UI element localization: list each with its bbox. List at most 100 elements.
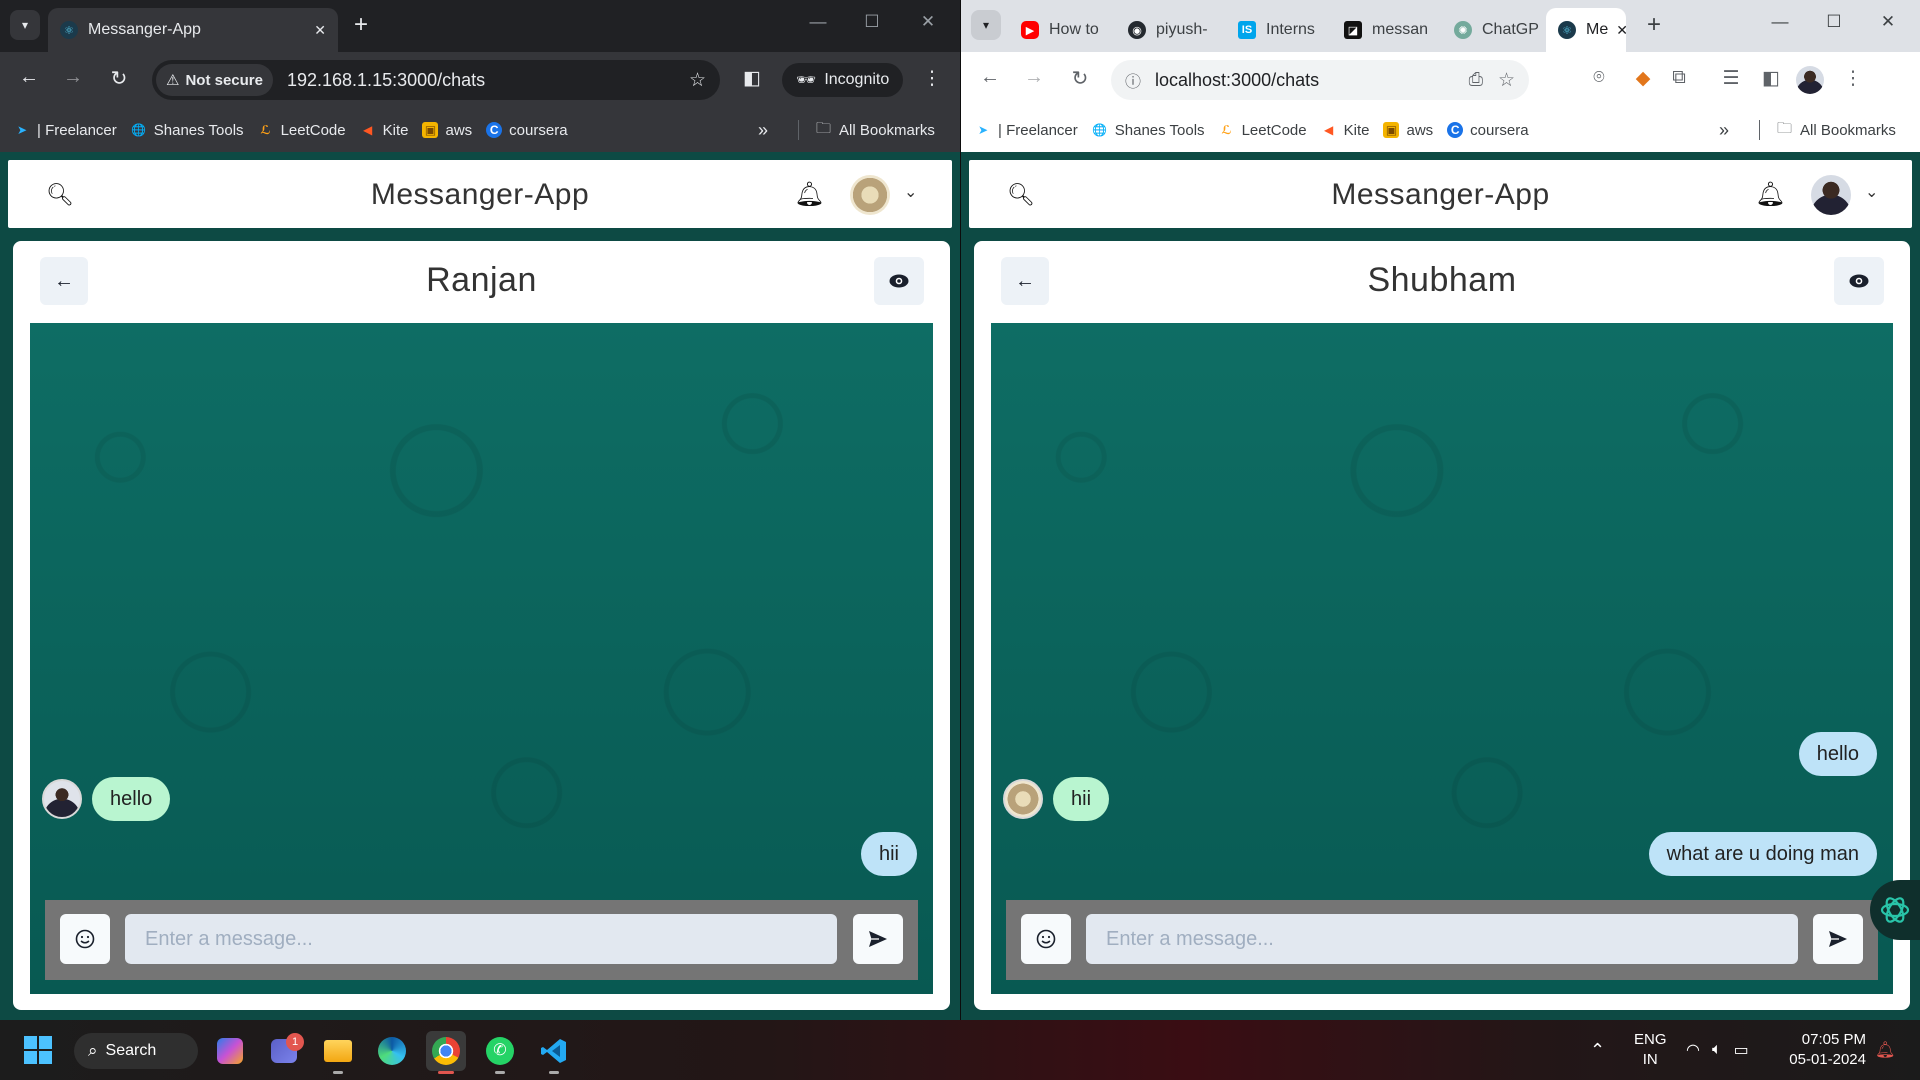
bookmark-label: Shanes Tools bbox=[153, 121, 244, 139]
close-tab-icon[interactable]: ✕ bbox=[1608, 22, 1626, 39]
close-tab-icon[interactable]: ✕ bbox=[306, 22, 326, 39]
install-app-icon[interactable]: ⎙ bbox=[1469, 69, 1483, 90]
maximize-button[interactable]: ☐ bbox=[852, 12, 892, 32]
taskbar-search[interactable]: ⌕ Search bbox=[74, 1033, 198, 1069]
more-bookmarks-icon[interactable]: » bbox=[1719, 120, 1729, 141]
bookmark-coursera[interactable]: Ccoursera bbox=[486, 122, 568, 139]
tab-chatgpt[interactable]: ✺ ChatGP bbox=[1442, 8, 1546, 52]
send-button[interactable] bbox=[853, 914, 903, 964]
bookmark-aws[interactable]: ▣ aws bbox=[1383, 122, 1433, 139]
tab-github[interactable]: ◉ piyush- bbox=[1116, 8, 1220, 52]
side-panel-icon[interactable]: ◧ bbox=[738, 67, 766, 90]
profile-avatar[interactable] bbox=[1796, 66, 1824, 94]
screenshot-camera-icon[interactable]: ⌾ bbox=[1585, 67, 1613, 89]
chevron-down-icon[interactable]: ⌄ bbox=[904, 182, 917, 202]
incognito-chip[interactable]: 🕶 Incognito bbox=[782, 63, 904, 97]
teams-icon[interactable]: 1 bbox=[264, 1031, 304, 1071]
notification-bell-icon[interactable]: 🔔︎ bbox=[1875, 1020, 1895, 1080]
search-icon: ⌕ bbox=[88, 1041, 98, 1060]
tab-messan[interactable]: ◪ messan bbox=[1332, 8, 1436, 52]
extensions-puzzle-icon[interactable]: ⧉ bbox=[1665, 67, 1693, 89]
reload-icon[interactable]: ↻ bbox=[1065, 66, 1095, 91]
user-avatar[interactable] bbox=[850, 175, 890, 215]
new-tab-button[interactable]: + bbox=[354, 12, 368, 38]
bookmark-star-icon[interactable]: ☆ bbox=[689, 69, 706, 92]
message-bubble-outgoing: hello bbox=[1798, 732, 1877, 776]
view-profile-button[interactable] bbox=[874, 257, 924, 305]
bell-icon[interactable]: 🔔︎ bbox=[1755, 180, 1785, 209]
close-window-button[interactable]: ✕ bbox=[908, 12, 948, 32]
tab-messanger-app[interactable]: ⚛ Messanger-App ✕ bbox=[48, 8, 338, 52]
menu-kebab-icon[interactable]: ⋮ bbox=[918, 67, 946, 90]
message-composer bbox=[45, 900, 918, 980]
user-avatar[interactable] bbox=[1811, 175, 1851, 215]
edge-icon[interactable] bbox=[372, 1031, 412, 1071]
globe-icon: 🌐 bbox=[131, 123, 147, 137]
bookmark-freelancer[interactable]: ➤ | Freelancer bbox=[975, 122, 1078, 139]
emoji-button[interactable] bbox=[1021, 914, 1071, 964]
address-bar[interactable]: ⓘ localhost:3000/chats ⎙ ☆ bbox=[1111, 60, 1529, 100]
language-indicator[interactable]: ENG IN bbox=[1634, 1030, 1667, 1070]
new-tab-button[interactable]: + bbox=[1647, 12, 1661, 38]
bookmark-shanes-tools[interactable]: 🌐 Shanes Tools bbox=[1092, 122, 1204, 139]
view-profile-button[interactable] bbox=[1834, 257, 1884, 305]
smiley-icon bbox=[75, 929, 95, 949]
tab-search-button[interactable]: ▾ bbox=[10, 10, 40, 40]
bookmark-leetcode[interactable]: ℒ LeetCode bbox=[258, 122, 345, 139]
windows-start-icon[interactable] bbox=[24, 1036, 52, 1064]
maximize-button[interactable]: ☐ bbox=[1814, 12, 1854, 32]
vscode-icon[interactable] bbox=[534, 1031, 574, 1074]
reload-icon[interactable]: ↻ bbox=[104, 66, 134, 91]
chevron-down-icon[interactable]: ⌄ bbox=[1865, 182, 1878, 202]
message-composer bbox=[1006, 900, 1878, 980]
tab-messanger-app[interactable]: ⚛ Me ✕ bbox=[1546, 8, 1626, 52]
bookmark-leetcode[interactable]: ℒ LeetCode bbox=[1219, 122, 1306, 139]
back-icon[interactable]: ← bbox=[14, 66, 44, 89]
minimize-button[interactable]: — bbox=[798, 12, 838, 32]
tab-title: piyush- bbox=[1156, 21, 1208, 38]
bookmark-freelancer[interactable]: ➤ | Freelancer bbox=[14, 122, 117, 139]
eye-icon bbox=[1849, 274, 1869, 288]
forward-icon[interactable]: → bbox=[58, 66, 88, 89]
bookmark-shanes-tools[interactable]: 🌐 Shanes Tools bbox=[131, 121, 244, 139]
message-input[interactable] bbox=[125, 914, 837, 964]
clock[interactable]: 07:05 PM 05-01-2024 bbox=[1789, 1030, 1866, 1070]
all-bookmarks-button[interactable]: 🗀 All Bookmarks bbox=[1777, 118, 1896, 143]
media-controls-icon[interactable]: ☰ bbox=[1717, 67, 1745, 90]
bookmark-kite[interactable]: ◀ Kite bbox=[1321, 122, 1369, 139]
bookmark-aws[interactable]: ▣ aws bbox=[422, 122, 472, 139]
file-explorer-icon[interactable] bbox=[318, 1031, 358, 1074]
bookmark-coursera[interactable]: Ccoursera bbox=[1447, 122, 1529, 139]
copilot-icon[interactable] bbox=[210, 1031, 250, 1071]
bookmark-star-icon[interactable]: ☆ bbox=[1498, 69, 1515, 92]
bell-icon[interactable]: 🔔︎ bbox=[794, 180, 824, 209]
battery-icon: ▭ bbox=[1733, 1042, 1749, 1059]
bookmark-label: | Freelancer bbox=[37, 121, 117, 139]
tab-youtube[interactable]: ▶ How to bbox=[1009, 8, 1109, 52]
send-button[interactable] bbox=[1813, 914, 1863, 964]
forward-icon[interactable]: → bbox=[1019, 66, 1049, 89]
more-bookmarks-icon[interactable]: » bbox=[758, 120, 768, 141]
whatsapp-icon[interactable]: ✆ bbox=[480, 1031, 520, 1074]
metamask-icon[interactable]: ◆ bbox=[1629, 67, 1657, 90]
side-panel-icon[interactable]: ◧ bbox=[1757, 67, 1785, 90]
system-tray[interactable]: ◠ 🔈︎ ▭ bbox=[1686, 1020, 1749, 1080]
back-icon[interactable]: ← bbox=[975, 66, 1005, 89]
close-window-button[interactable]: ✕ bbox=[1868, 12, 1908, 32]
all-bookmarks-button[interactable]: 🗀 All Bookmarks bbox=[816, 118, 935, 143]
app-header: 🔍︎ Messanger-App 🔔︎ ⌄ bbox=[969, 160, 1912, 228]
tab-search-button[interactable]: ▾ bbox=[971, 10, 1001, 40]
freelancer-icon: ➤ bbox=[977, 123, 989, 137]
tab-strip: ▾ ▶ How to ◉ piyush- IS Interns ◪ messan… bbox=[961, 0, 1920, 52]
menu-kebab-icon[interactable]: ⋮ bbox=[1839, 67, 1867, 90]
info-icon[interactable]: ⓘ bbox=[1125, 68, 1141, 92]
tab-internshala[interactable]: IS Interns bbox=[1226, 8, 1326, 52]
message-input[interactable] bbox=[1086, 914, 1798, 964]
chrome-icon[interactable] bbox=[426, 1031, 466, 1074]
address-bar[interactable]: ⚠ Not secure 192.168.1.15:3000/chats ☆ bbox=[152, 60, 720, 100]
minimize-button[interactable]: — bbox=[1760, 12, 1800, 32]
show-hidden-icons[interactable]: ⌃ bbox=[1590, 1020, 1605, 1080]
emoji-button[interactable] bbox=[60, 914, 110, 964]
bookmark-kite[interactable]: ◀ Kite bbox=[360, 122, 408, 139]
not-secure-chip[interactable]: ⚠ Not secure bbox=[156, 64, 273, 96]
